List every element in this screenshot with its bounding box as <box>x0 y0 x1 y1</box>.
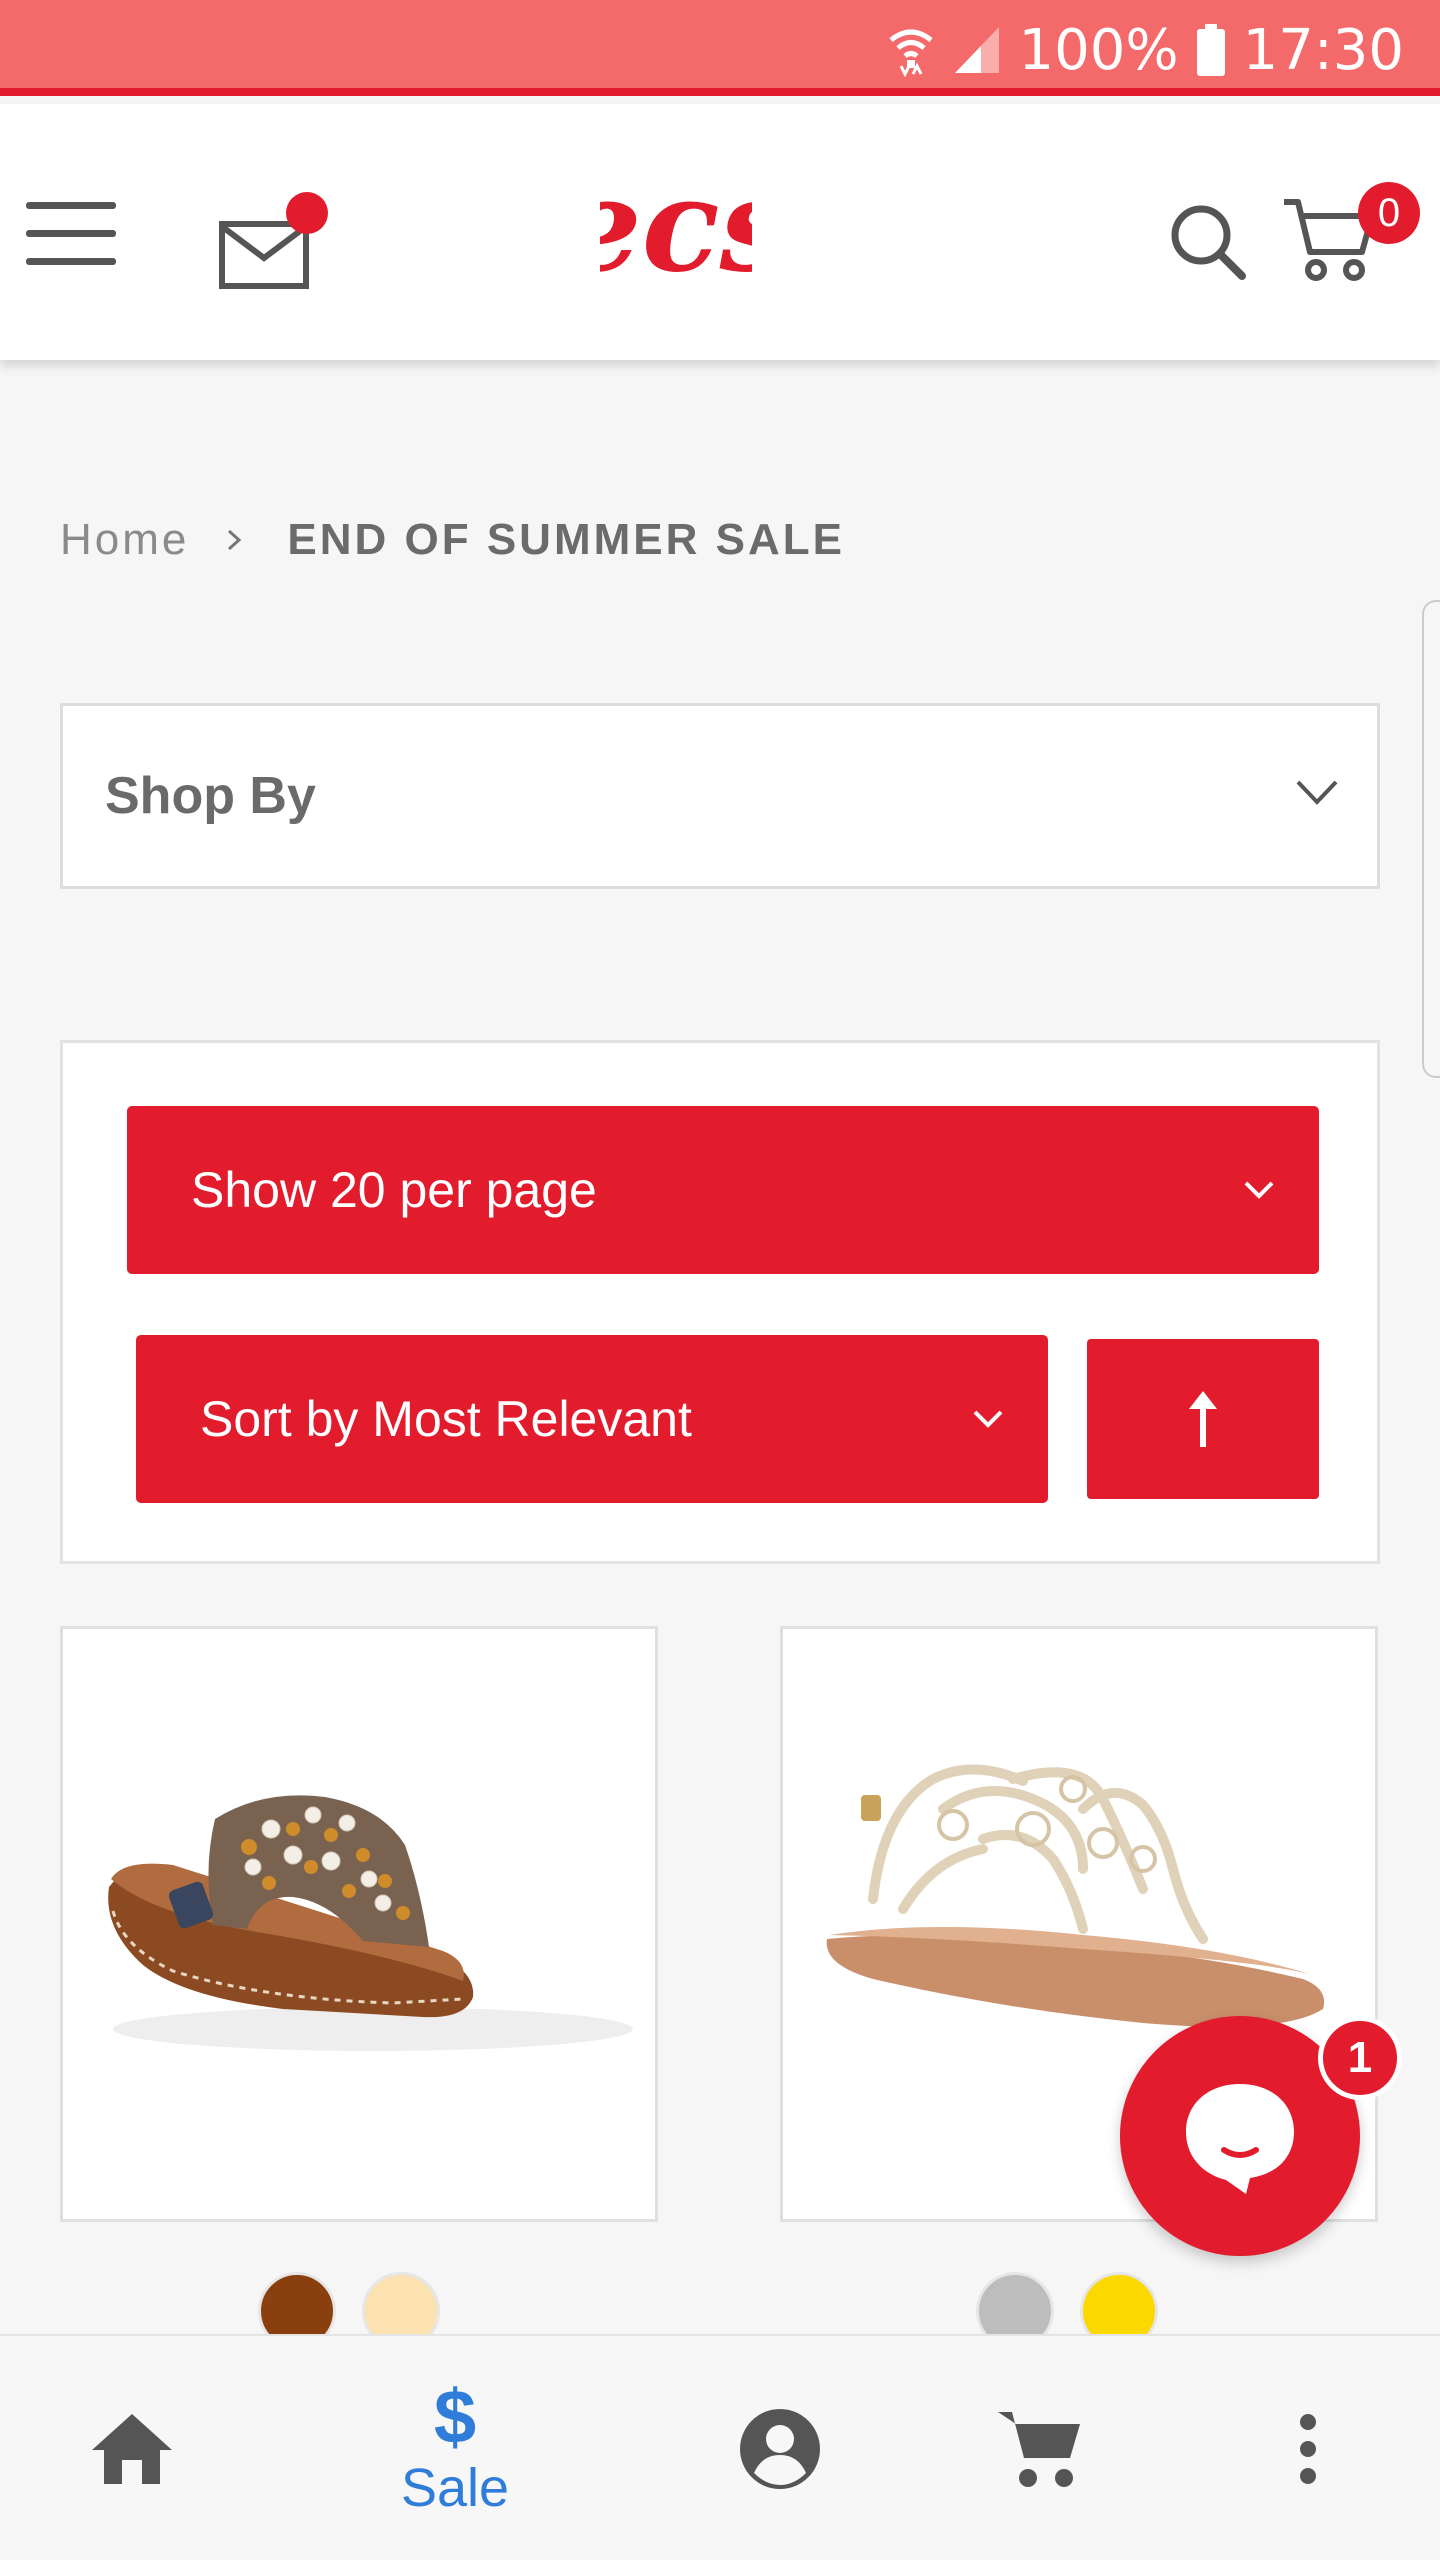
nav-home[interactable] <box>84 2336 180 2560</box>
chevron-down-icon <box>1244 1181 1274 1199</box>
sort-by-label: Sort by Most Relevant <box>200 1391 692 1447</box>
breadcrumb: Home END OF SUMMER SALE <box>60 510 845 570</box>
nav-account[interactable] <box>738 2336 822 2560</box>
status-bar: 100% 17:30 <box>0 0 1440 96</box>
clock: 17:30 <box>1242 17 1404 83</box>
ecs-logo[interactable]: ecs <box>600 162 752 292</box>
cart-count-badge: 0 <box>1358 182 1420 244</box>
home-icon <box>92 2414 172 2484</box>
svg-text:ecs: ecs <box>600 162 752 292</box>
per-page-select[interactable]: Show 20 per page <box>127 1106 1319 1274</box>
battery-icon <box>1196 24 1225 76</box>
sort-direction-button[interactable] <box>1087 1339 1319 1499</box>
arrow-up-icon <box>1189 1391 1217 1447</box>
mail-notification-dot <box>286 192 328 234</box>
breadcrumb-current: END OF SUMMER SALE <box>287 515 845 564</box>
chevron-down-icon <box>973 1410 1003 1428</box>
shop-by-label: Shop By <box>105 767 316 825</box>
nav-cart[interactable] <box>996 2336 1082 2560</box>
battery-percent: 100% <box>1018 17 1179 83</box>
shop-by-dropdown[interactable]: Shop By <box>60 703 1380 889</box>
sort-by-select[interactable]: Sort by Most Relevant <box>136 1335 1048 1503</box>
product-image[interactable] <box>63 1629 658 2222</box>
per-page-label: Show 20 per page <box>191 1162 597 1218</box>
nav-sale-label: Sale <box>400 2458 510 2518</box>
breadcrumb-home[interactable]: Home <box>60 515 189 565</box>
chat-unread-badge: 1 <box>1318 2016 1402 2100</box>
menu-icon[interactable] <box>26 192 118 265</box>
search-icon[interactable] <box>1168 202 1248 282</box>
svg-text:$: $ <box>434 2379 476 2453</box>
more-icon <box>1300 2414 1316 2484</box>
sale-dollar-icon: $ <box>434 2379 476 2453</box>
product-card[interactable] <box>60 1626 658 2222</box>
signal-icon <box>954 27 999 73</box>
account-icon <box>740 2409 820 2489</box>
toolbar-panel: Show 20 per page Sort by Most Relevant <box>60 1040 1380 1564</box>
wifi-icon <box>888 29 933 78</box>
chevron-down-icon <box>1296 780 1338 805</box>
side-drawer-handle[interactable] <box>1422 600 1440 1078</box>
app-header: ecs 0 <box>0 104 1440 360</box>
nav-sale[interactable]: $ Sale <box>390 2336 520 2560</box>
cart-icon <box>998 2412 1080 2487</box>
bottom-nav: $ Sale <box>0 2334 1440 2560</box>
chat-bubble-icon <box>1186 2084 1294 2194</box>
status-icons: 100% 17:30 <box>887 14 1404 86</box>
chevron-right-icon <box>228 529 242 551</box>
nav-more[interactable] <box>1296 2336 1320 2560</box>
